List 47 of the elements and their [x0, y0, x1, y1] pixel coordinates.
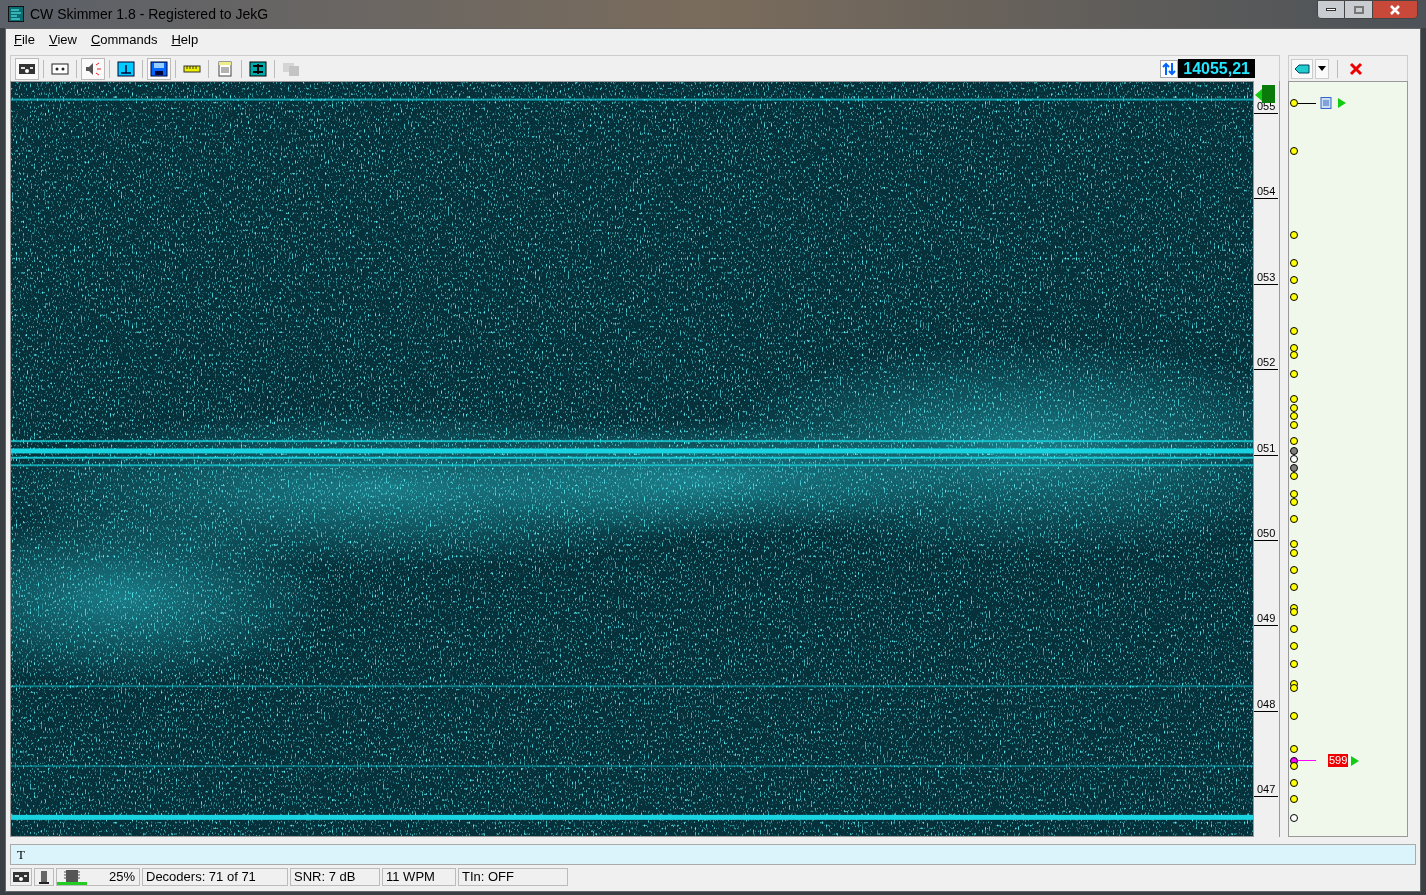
toolbar-button[interactable]: [147, 57, 171, 80]
filter-icon: [249, 60, 267, 77]
close-button[interactable]: [1372, 0, 1418, 19]
menu-item[interactable]: View: [48, 30, 77, 50]
maximize-icon: [1353, 5, 1364, 14]
tuning-icon: [117, 60, 135, 77]
status-field: Decoders: 71 of 71: [142, 868, 288, 886]
cassette-icon: [51, 60, 69, 77]
window-title: CW Skimmer 1.8 - Registered to JekG: [30, 4, 269, 24]
minimize-button[interactable]: [1317, 0, 1345, 19]
close-icon: [1389, 4, 1401, 15]
scale-label: 051: [1254, 440, 1278, 456]
app-icon: [8, 6, 24, 22]
save-icon: [150, 60, 168, 77]
close-icon: [1349, 61, 1363, 76]
scale-label: 053: [1254, 269, 1278, 285]
status-field: TIn: OFF: [458, 868, 568, 886]
status-field: 11 WPM: [382, 868, 456, 886]
speaker-icon: [84, 60, 102, 77]
menu-item[interactable]: File: [14, 30, 35, 50]
frequency-display: 14055,21: [1178, 59, 1255, 78]
toolbar-button[interactable]: [15, 57, 39, 80]
minimize-icon: [1326, 8, 1336, 11]
toolbar-button[interactable]: [81, 57, 105, 80]
tower-icon: [39, 870, 49, 884]
tag-button[interactable]: [1291, 58, 1313, 79]
menu-item[interactable]: Help: [171, 30, 199, 50]
caret-icon: [1318, 66, 1326, 71]
scale-label: 052: [1254, 355, 1278, 371]
dropdown-button[interactable]: [1315, 58, 1329, 79]
input-field[interactable]: T: [10, 844, 1416, 865]
status-field: SNR: 7 dB: [290, 868, 380, 886]
scale-label: 054: [1254, 184, 1278, 200]
tag-icon: [1294, 63, 1310, 74]
windows-icon: [282, 60, 300, 77]
scale-label: 049: [1254, 611, 1278, 627]
sort-icon: [1160, 59, 1179, 78]
document-icon[interactable]: [1320, 97, 1332, 109]
cpu-meter: [57, 882, 87, 885]
maximize-button[interactable]: [1345, 0, 1372, 19]
report-label[interactable]: 599: [1328, 754, 1349, 767]
menu-item[interactable]: Commands: [90, 30, 158, 50]
scale-label: 050: [1254, 525, 1278, 541]
notepad-icon: [216, 60, 234, 77]
scale-label: 048: [1254, 696, 1278, 712]
scale-label: 047: [1254, 782, 1278, 798]
cpu-load: 25%: [107, 868, 135, 887]
